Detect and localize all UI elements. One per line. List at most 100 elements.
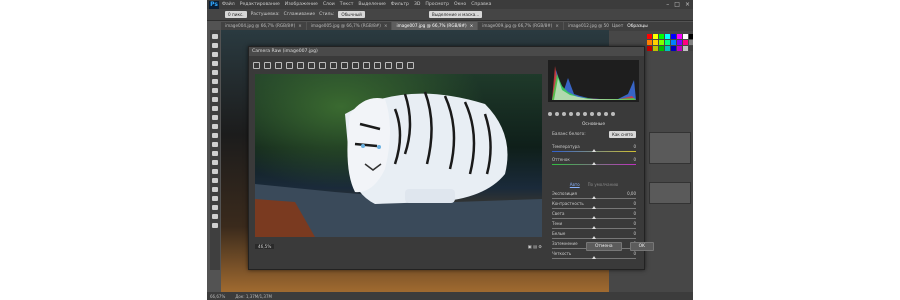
zoom-level[interactable]: 46,5% <box>255 243 275 249</box>
tool-icon[interactable] <box>212 88 218 93</box>
slider[interactable]: Света 0 <box>552 211 636 219</box>
panel-tab-icon[interactable] <box>548 112 552 116</box>
tool-icon[interactable] <box>212 142 218 147</box>
cr-tool-icon[interactable] <box>297 61 304 69</box>
panel-tab-icon[interactable] <box>569 112 573 116</box>
slider-knob[interactable] <box>592 226 596 229</box>
swatch[interactable] <box>689 46 693 51</box>
swatch[interactable] <box>653 40 658 45</box>
tool-icon[interactable] <box>212 196 218 201</box>
tool-icon[interactable] <box>212 115 218 120</box>
cr-tool-icon[interactable] <box>396 61 403 69</box>
swatch[interactable] <box>647 34 652 39</box>
slider-value[interactable]: 0 <box>633 251 636 256</box>
menu-item[interactable]: Файл <box>222 2 235 7</box>
preview-toggles[interactable]: ▣ ▤ ⚙ <box>528 244 542 249</box>
panel-tab-icon[interactable] <box>604 112 608 116</box>
tool-icon[interactable] <box>212 133 218 138</box>
tab-document[interactable]: image009.jpg @ 66,7% (RGB/8#) × <box>478 22 563 30</box>
menu-item[interactable]: Изображение <box>285 2 318 7</box>
slider-track[interactable] <box>552 236 636 239</box>
tool-icon[interactable] <box>212 43 218 48</box>
slider-value[interactable]: 0 <box>633 211 636 216</box>
cr-tool-icon[interactable] <box>275 61 282 69</box>
close-icon[interactable]: × <box>685 1 690 8</box>
slider[interactable]: Температура 0 <box>552 144 636 152</box>
swatch[interactable] <box>683 46 688 51</box>
slider-knob[interactable] <box>592 196 596 199</box>
slider[interactable]: Четкость 0 <box>552 251 636 259</box>
slider[interactable]: Оттенок 0 <box>552 157 636 165</box>
menu-item[interactable]: Окно <box>454 2 466 7</box>
panel-tab-icon[interactable] <box>562 112 566 116</box>
tool-icon[interactable] <box>212 151 218 156</box>
slider[interactable]: Экспозиция 0,00 <box>552 191 636 199</box>
preview-image[interactable] <box>255 74 542 237</box>
cr-tool-icon[interactable] <box>352 61 359 69</box>
tool-icon[interactable] <box>212 34 218 39</box>
panel-tab-icon[interactable] <box>576 112 580 116</box>
slider-track[interactable] <box>552 226 636 229</box>
panel-tab-icon[interactable] <box>611 112 615 116</box>
slider-knob[interactable] <box>592 236 596 239</box>
ok-button[interactable]: OK <box>629 242 654 251</box>
swatch[interactable] <box>689 34 693 39</box>
slider-track[interactable] <box>552 206 636 209</box>
swatch[interactable] <box>659 46 664 51</box>
maximize-icon[interactable]: □ <box>674 1 680 8</box>
cr-tool-icon[interactable] <box>308 61 315 69</box>
slider-knob[interactable] <box>592 256 596 259</box>
slider-knob[interactable] <box>592 162 596 165</box>
swatch[interactable] <box>665 40 670 45</box>
tool-icon[interactable] <box>212 124 218 129</box>
cr-tool-icon[interactable] <box>319 61 326 69</box>
cr-tool-icon[interactable] <box>374 61 381 69</box>
tool-icon[interactable] <box>212 79 218 84</box>
swatch[interactable] <box>683 34 688 39</box>
close-tab-icon[interactable]: × <box>470 23 474 29</box>
tool-icon[interactable] <box>212 178 218 183</box>
panel-tab-icon[interactable] <box>555 112 559 116</box>
tool-icon[interactable] <box>212 61 218 66</box>
swatch[interactable] <box>683 40 688 45</box>
close-tab-icon[interactable]: × <box>384 23 388 29</box>
menu-item[interactable]: 3D <box>414 2 420 7</box>
swatch[interactable] <box>671 46 676 51</box>
tab-document[interactable]: image005.jpg @ 66,7% (RGB/8#) × <box>306 22 392 30</box>
cr-tool-icon[interactable] <box>253 61 260 69</box>
cr-tool-icon[interactable] <box>407 61 414 69</box>
slider-value[interactable]: 0 <box>633 144 636 149</box>
menu-item[interactable]: Просмотр <box>425 2 449 7</box>
slider[interactable]: Белые 0 <box>552 231 636 239</box>
wb-select[interactable]: Как снято <box>609 131 636 138</box>
slider[interactable]: Контрастность 0 <box>552 201 636 209</box>
auto-link[interactable]: Авто <box>570 182 580 187</box>
tool-icon[interactable] <box>212 70 218 75</box>
swatch[interactable] <box>677 34 682 39</box>
tool-icon[interactable] <box>212 187 218 192</box>
slider-track[interactable] <box>552 149 636 152</box>
tab-color[interactable]: Цвет <box>612 24 623 29</box>
tool-icon[interactable] <box>212 52 218 57</box>
slider-knob[interactable] <box>592 206 596 209</box>
style-select[interactable]: Обычный <box>338 11 365 18</box>
slider-track[interactable] <box>552 256 636 259</box>
feather-field[interactable]: 0 пикс. <box>225 11 247 18</box>
swatch[interactable] <box>665 46 670 51</box>
cr-tool-icon[interactable] <box>385 61 392 69</box>
zoom-readout[interactable]: 66,67% <box>210 294 225 299</box>
tool-icon[interactable] <box>212 223 218 228</box>
tool-icon[interactable] <box>212 214 218 219</box>
cr-tool-icon[interactable] <box>330 61 337 69</box>
panel-tab-icon[interactable] <box>583 112 587 116</box>
menu-item[interactable]: Фильтр <box>391 2 409 7</box>
slider-knob[interactable] <box>592 149 596 152</box>
select-and-mask-button[interactable]: Выделение и маска... <box>428 11 483 18</box>
slider-value[interactable]: 0 <box>633 157 636 162</box>
slider-track[interactable] <box>552 196 636 199</box>
tool-icon[interactable] <box>212 106 218 111</box>
cr-tool-icon[interactable] <box>341 61 348 69</box>
slider[interactable]: Тени 0 <box>552 221 636 229</box>
menu-item[interactable]: Слои <box>323 2 335 7</box>
default-link[interactable]: По умолчанию <box>588 182 619 187</box>
